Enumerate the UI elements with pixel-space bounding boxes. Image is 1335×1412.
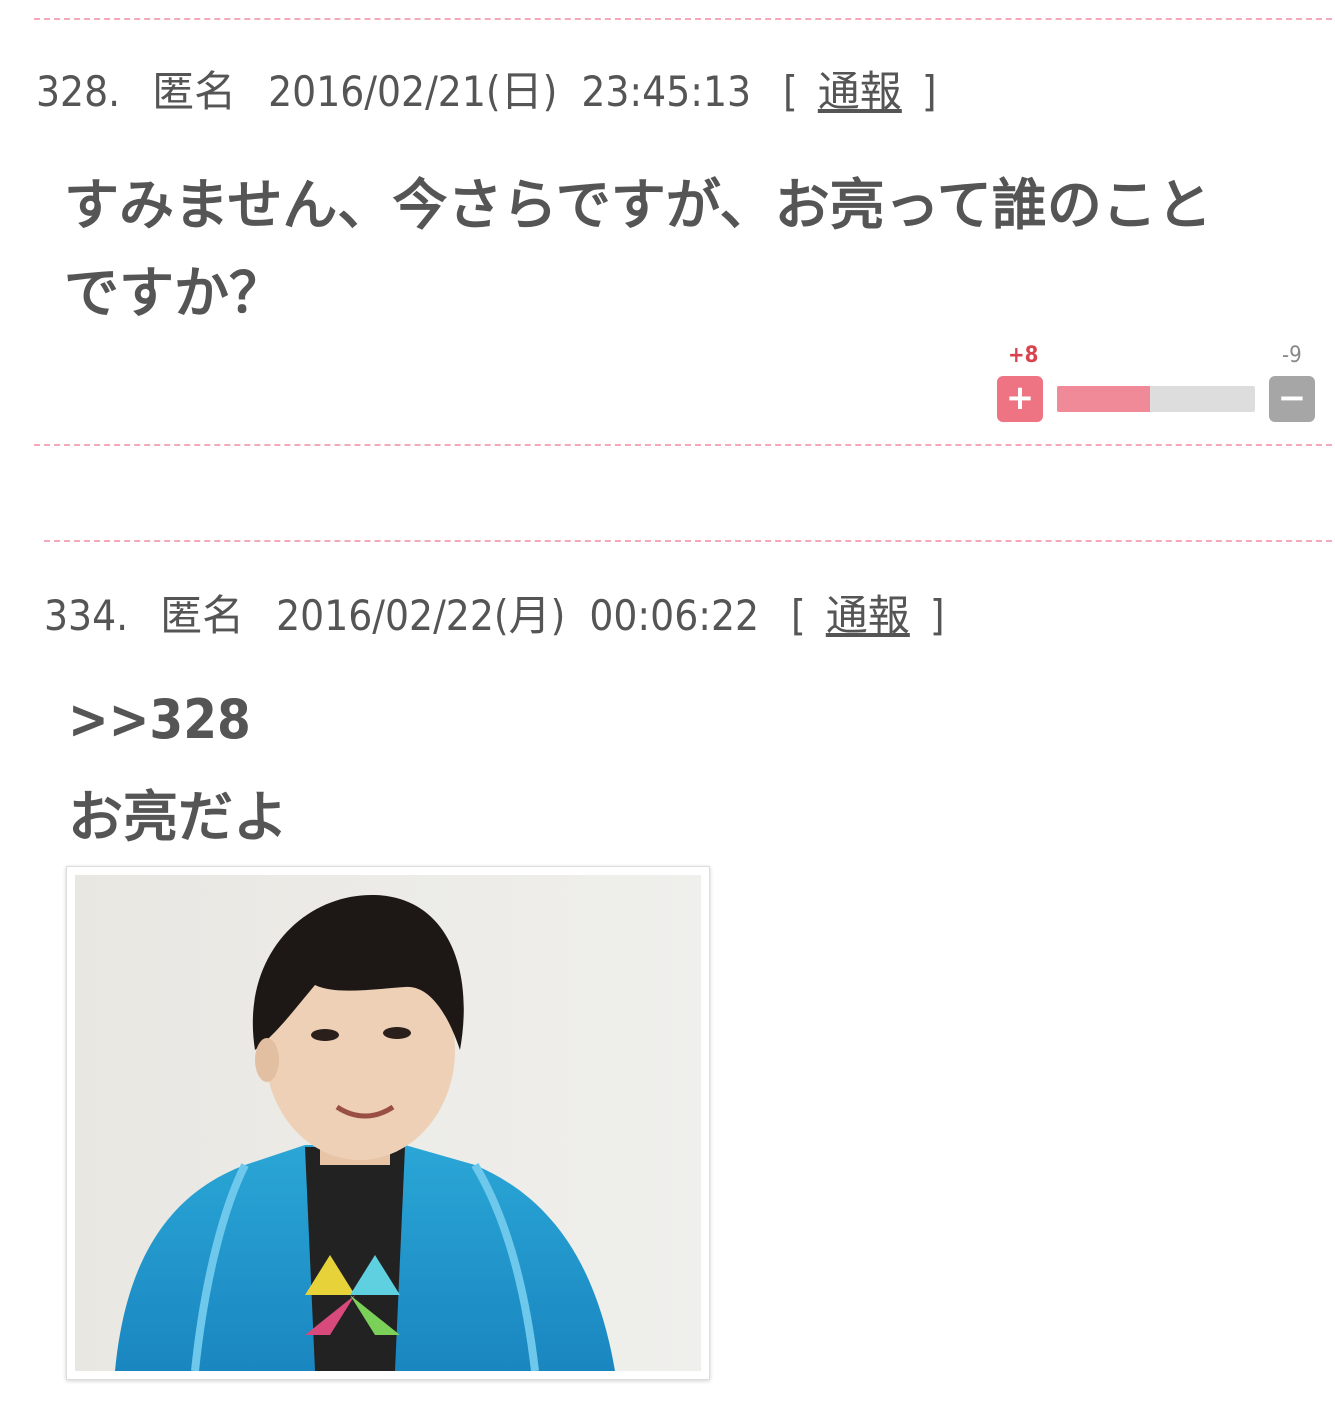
bracket-open: [ [783, 67, 798, 116]
attached-image[interactable] [75, 875, 701, 1371]
comment-number: 328. [36, 67, 121, 116]
comment-author: 匿名 [160, 591, 245, 640]
comment-number: 334. [44, 591, 129, 640]
plus-vote-count: +8 [1008, 343, 1039, 368]
minus-vote-button[interactable]: − [1269, 376, 1315, 422]
comment-author: 匿名 [152, 67, 237, 116]
bracket-open: [ [791, 591, 806, 640]
vote-ratio-bar [1057, 386, 1255, 412]
minus-vote-count: -9 [1282, 343, 1302, 368]
divider-334 [44, 540, 1332, 542]
sliver-cover [0, 470, 1335, 510]
comment-334-meta: 334. 匿名 2016/02/22(月) 00:06:22 [ 通報] [44, 582, 965, 643]
comment-body-line2: ですか？ [64, 261, 285, 325]
reply-anchor-link[interactable]: >>328 [68, 688, 251, 751]
divider-mid [34, 444, 1332, 446]
report-link[interactable]: 通報 [818, 67, 902, 116]
person-photo-illustration [75, 875, 701, 1371]
comment-datetime: 2016/02/21(日) 23:45:13 [268, 67, 752, 116]
report-link-wrap: [ 通報] [791, 591, 965, 640]
comment-body: お亮だよ [68, 785, 289, 849]
divider-top [34, 18, 1332, 20]
bracket-close: ] [921, 67, 937, 116]
comment-328-meta: 328. 匿名 2016/02/21(日) 23:45:13 [ 通報] [36, 58, 957, 119]
report-link[interactable]: 通報 [826, 591, 910, 640]
attached-image-frame[interactable] [66, 866, 710, 1380]
report-link-wrap: [ 通報] [783, 67, 957, 116]
bracket-close: ] [929, 591, 945, 640]
plus-vote-button[interactable]: + [997, 376, 1043, 422]
comment-body-line1: すみません、今さらですが、お亮って誰のこと [64, 173, 1212, 237]
comment-datetime: 2016/02/22(月) 00:06:22 [276, 591, 760, 640]
vote-ratio-fill [1057, 386, 1151, 412]
